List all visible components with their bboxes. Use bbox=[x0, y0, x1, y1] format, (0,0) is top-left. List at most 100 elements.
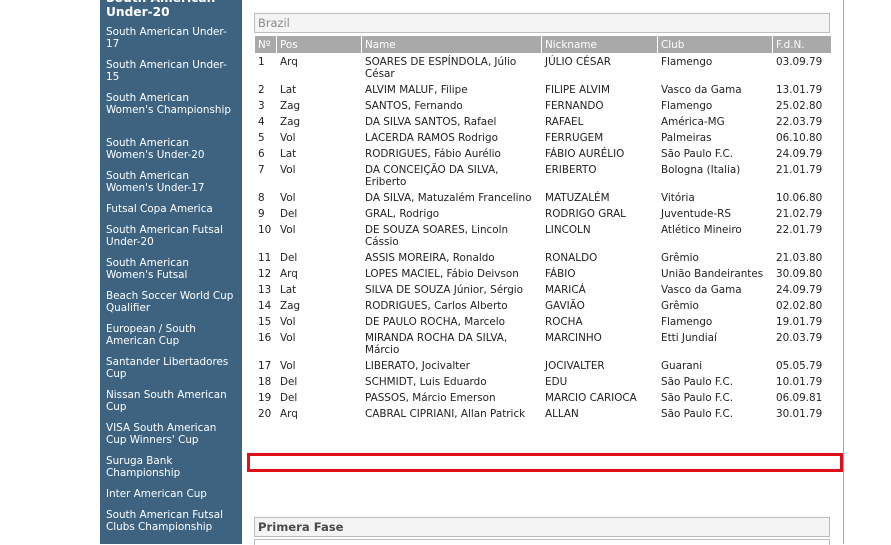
player-birthdate: 02.02.80 bbox=[776, 300, 823, 312]
player-nickname: RODRIGO GRAL bbox=[545, 208, 626, 220]
sidebar-item[interactable]: South American Futsal Clubs Championship bbox=[106, 509, 238, 533]
player-position: Zag bbox=[280, 300, 301, 312]
table-row: 5 Vol LACERDA RAMOS Rodrigo FERRUGEM Palmeir… bbox=[255, 130, 831, 146]
sidebar-current-competition[interactable]: South American Under-20 bbox=[106, 0, 238, 19]
player-number: 11 bbox=[258, 252, 272, 264]
player-number: 2 bbox=[258, 84, 265, 96]
roster-table: Nº Pos Name Nickname Club F.d.N. 1 Arq SOA… bbox=[254, 36, 832, 422]
player-name: DA SILVA SANTOS, Rafael bbox=[365, 116, 497, 128]
player-club: Flamengo bbox=[661, 316, 713, 328]
player-position: Zag bbox=[280, 116, 301, 128]
player-birthdate: 21.02.79 bbox=[776, 208, 823, 220]
player-birthdate: 03.09.79 bbox=[776, 56, 823, 68]
col-header-name[interactable]: Name bbox=[362, 36, 541, 54]
table-row: 1 Arq SOARES DE ESPÍNDOLA, Júlio César JÚLI… bbox=[255, 54, 831, 82]
sidebar-item[interactable]: Suruga Bank Championship bbox=[106, 455, 238, 479]
table-row: 2 Lat ALVIM MALUF, Filipe FILIPE ALVIM Vasco… bbox=[255, 82, 831, 98]
sidebar-item[interactable]: Santander Libertadores Cup bbox=[106, 356, 238, 380]
player-name: SOARES DE ESPÍNDOLA, Júlio César bbox=[365, 56, 517, 80]
player-club: Vasco da Gama bbox=[661, 284, 742, 296]
player-name: SILVA DE SOUZA Júnior, Sérgio bbox=[365, 284, 524, 296]
sidebar-item[interactable]: Inter American Cup bbox=[106, 488, 238, 500]
table-row: 8 Vol DA SILVA, Matuzalém Francelino MATUZA… bbox=[255, 190, 831, 206]
sidebar-item[interactable]: South American Women's Under-17 bbox=[106, 170, 238, 194]
phase-title: Primera Fase bbox=[254, 517, 830, 537]
player-position: Vol bbox=[280, 132, 296, 144]
player-club: Guarani bbox=[661, 360, 703, 372]
table-row: 7 Vol DA CONCEIÇÃO DA SILVA, Eriberto ERIBE… bbox=[255, 162, 831, 190]
table-header-row: Nº Pos Name Nickname Club F.d.N. bbox=[255, 36, 831, 54]
player-nickname: RONALDO bbox=[545, 252, 598, 264]
player-name: RODRIGUES, Carlos Alberto bbox=[365, 300, 508, 312]
player-nickname: FÁBIO AURÉLIO bbox=[545, 148, 625, 160]
team-name-box: Brazil bbox=[254, 13, 830, 33]
player-club: Flamengo bbox=[661, 100, 713, 112]
sidebar-item[interactable]: South American Futsal Under-20 bbox=[106, 224, 238, 248]
player-nickname: FILIPE ALVIM bbox=[545, 84, 610, 96]
player-number: 16 bbox=[258, 332, 272, 344]
player-name: LOPES MACIEL, Fábio Deivson bbox=[365, 268, 519, 280]
table-row: 13 Lat SILVA DE SOUZA Júnior, Sérgio MARICÁ… bbox=[255, 282, 831, 298]
player-club: Atlético Mineiro bbox=[661, 224, 742, 236]
player-number: 8 bbox=[258, 192, 265, 204]
sidebar-item[interactable]: Beach Soccer World Cup Qualifier bbox=[106, 290, 238, 314]
player-number: 19 bbox=[258, 392, 272, 404]
player-name: ALVIM MALUF, Filipe bbox=[365, 84, 468, 96]
player-nickname: ERIBERTO bbox=[545, 164, 597, 176]
player-club: São Paulo F.C. bbox=[661, 392, 734, 404]
player-number: 9 bbox=[258, 208, 265, 220]
player-birthdate: 22.01.79 bbox=[776, 224, 823, 236]
player-club: Flamengo bbox=[661, 56, 713, 68]
sidebar-item[interactable]: Futsal Copa America bbox=[106, 203, 238, 215]
sidebar-item[interactable]: Nissan South American Cup bbox=[106, 389, 238, 413]
player-position: Del bbox=[280, 252, 298, 264]
sidebar-item[interactable]: European / South American Cup bbox=[106, 323, 238, 347]
player-name: LACERDA RAMOS Rodrigo bbox=[365, 132, 498, 144]
player-position: Del bbox=[280, 376, 298, 388]
sidebar-item[interactable]: South American Under-15 bbox=[106, 59, 238, 83]
player-position: Del bbox=[280, 392, 298, 404]
player-birthdate: 20.03.79 bbox=[776, 332, 823, 344]
sidebar-item[interactable]: South American Under-17 bbox=[106, 26, 238, 50]
player-number: 12 bbox=[258, 268, 272, 280]
table-row: 3 Zag SANTOS, Fernando FERNANDO Flamengo 25.0… bbox=[255, 98, 831, 114]
player-name: GRAL, Rodrigo bbox=[365, 208, 440, 220]
player-position: Vol bbox=[280, 164, 296, 176]
player-nickname: ALLAN bbox=[545, 408, 579, 420]
sidebar-item[interactable]: South American Women's Futsal bbox=[106, 257, 238, 281]
player-name: DA CONCEIÇÃO DA SILVA, Eriberto bbox=[365, 164, 499, 188]
player-nickname: MARCINHO bbox=[545, 332, 602, 344]
player-birthdate: 10.06.80 bbox=[776, 192, 823, 204]
player-club: Vitória bbox=[661, 192, 695, 204]
player-club: Juventude-RS bbox=[661, 208, 731, 220]
col-header-position[interactable]: Pos bbox=[277, 36, 361, 54]
player-name: DA SILVA, Matuzalém Francelino bbox=[365, 192, 532, 204]
table-row: 18 Del SCHMIDT, Luis Eduardo EDU São Paulo F… bbox=[255, 374, 831, 390]
player-nickname: MARICÁ bbox=[545, 284, 586, 296]
col-header-club[interactable]: Club bbox=[658, 36, 772, 54]
table-row: 17 Vol LIBERATO, Jocivalter JOCIVALTER Guara… bbox=[255, 358, 831, 374]
sidebar-item[interactable]: South American Women's Championship bbox=[106, 92, 238, 116]
table-row: 14 Zag RODRIGUES, Carlos Alberto GAVIÃO Grêm… bbox=[255, 298, 831, 314]
player-position: Lat bbox=[280, 284, 297, 296]
table-row: 11 Del ASSIS MOREIRA, Ronaldo RONALDO Grêmio… bbox=[255, 250, 831, 266]
player-club: Vasco da Gama bbox=[661, 84, 742, 96]
player-name: DE PAULO ROCHA, Marcelo bbox=[365, 316, 505, 328]
col-header-nickname[interactable]: Nickname bbox=[542, 36, 657, 54]
player-birthdate: 06.10.80 bbox=[776, 132, 823, 144]
player-name: MIRANDA ROCHA DA SILVA, Márcio bbox=[365, 332, 508, 356]
player-number: 5 bbox=[258, 132, 265, 144]
player-nickname: LINCOLN bbox=[545, 224, 591, 236]
player-club: União Bandeirantes bbox=[661, 268, 764, 280]
sidebar-item[interactable]: South American Women's Under-20 bbox=[106, 137, 238, 161]
player-birthdate: 13.01.79 bbox=[776, 84, 823, 96]
table-row: 6 Lat RODRIGUES, Fábio Aurélio FÁBIO AURÉLI… bbox=[255, 146, 831, 162]
col-header-birthdate[interactable]: F.d.N. bbox=[773, 36, 831, 54]
player-name: ASSIS MOREIRA, Ronaldo bbox=[365, 252, 495, 264]
player-nickname: FERNANDO bbox=[545, 100, 604, 112]
player-club: Bologna (Italia) bbox=[661, 164, 741, 176]
player-position: Vol bbox=[280, 360, 296, 372]
col-header-number[interactable]: Nº bbox=[255, 36, 276, 54]
player-name: DE SOUZA SOARES, Lincoln Cássio bbox=[365, 224, 509, 248]
sidebar-item[interactable]: VISA South American Cup Winners' Cup bbox=[106, 422, 238, 446]
